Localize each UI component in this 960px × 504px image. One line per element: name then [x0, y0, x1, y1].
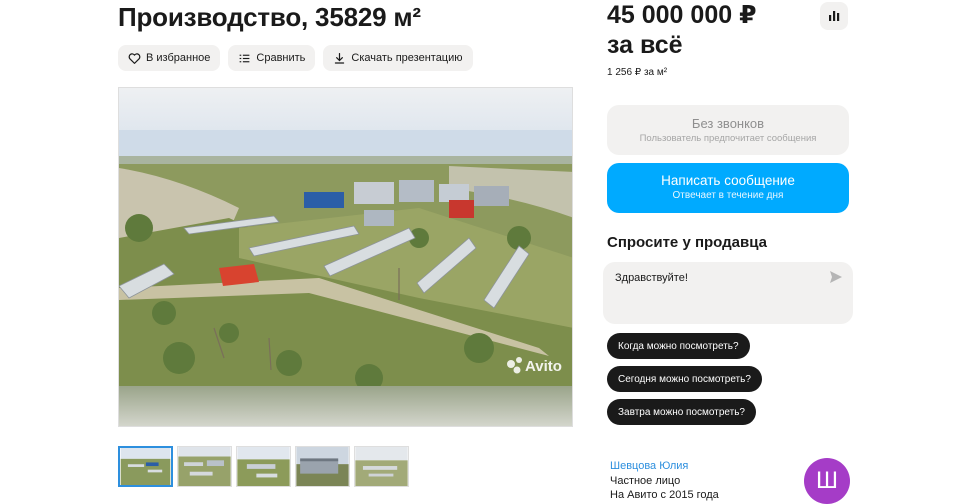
- thumbnail-2[interactable]: [177, 446, 232, 487]
- heart-icon: [128, 52, 141, 64]
- thumbnail-3[interactable]: [236, 446, 291, 487]
- quick-question-2[interactable]: Сегодня можно посмотреть?: [607, 366, 762, 392]
- quick-question-3[interactable]: Завтра можно посмотреть?: [607, 399, 756, 425]
- favorite-label: В избранное: [146, 52, 211, 64]
- thumbnail-5[interactable]: [354, 446, 409, 487]
- price-per-unit: 1 256 ₽ за м²: [607, 67, 668, 78]
- message-input[interactable]: Здравствуйте!: [603, 262, 853, 324]
- no-calls-subtitle: Пользователь предпочитает сообщения: [639, 133, 817, 144]
- no-calls-title: Без звонков: [691, 116, 765, 131]
- thumbnail-5-image: [355, 447, 408, 486]
- write-message-subtitle: Отвечает в течение дня: [672, 190, 784, 201]
- thumbnail-1-image: [120, 448, 171, 485]
- compare-button[interactable]: Сравнить: [228, 45, 316, 71]
- thumbnail-strip: [118, 446, 409, 487]
- price-suffix: за всё: [607, 31, 683, 59]
- download-icon: [335, 52, 345, 64]
- download-presentation-button[interactable]: Скачать презентацию: [323, 45, 473, 71]
- message-text: Здравствуйте!: [615, 272, 688, 284]
- write-message-button[interactable]: Написать сообщение Отвечает в течение дн…: [607, 163, 849, 213]
- ask-seller-title: Спросите у продавца: [607, 234, 767, 251]
- listing-title: Производство, 35829 м²: [118, 2, 421, 32]
- seller-since: На Авито с 2015 года: [610, 489, 719, 501]
- no-calls-button[interactable]: Без звонков Пользователь предпочитает со…: [607, 105, 849, 155]
- quick-question-1[interactable]: Когда можно посмотреть?: [607, 333, 750, 359]
- thumbnail-4-image: [296, 447, 349, 486]
- thumbnail-4[interactable]: [295, 446, 350, 487]
- price: 45 000 000 ₽ за всё: [607, 0, 756, 60]
- favorite-button[interactable]: В избранное: [118, 45, 221, 71]
- thumbnail-3-image: [237, 447, 290, 486]
- statistics-button[interactable]: [820, 2, 848, 30]
- compare-label: Сравнить: [256, 52, 306, 64]
- seller-name-link[interactable]: Шевцова Юлия: [610, 460, 688, 472]
- bar-chart-icon: [829, 11, 840, 21]
- seller-avatar[interactable]: Ш: [804, 458, 850, 504]
- main-photo[interactable]: Avito: [118, 87, 573, 427]
- listing-actions: В избранное Сравнить Скачать презентацию: [118, 45, 473, 71]
- seller-type: Частное лицо: [610, 475, 681, 487]
- thumbnail-1[interactable]: [118, 446, 173, 487]
- write-message-title: Написать сообщение: [661, 173, 795, 188]
- compare-icon: [240, 54, 250, 62]
- thumbnail-2-image: [178, 447, 231, 486]
- aerial-photo-image: Avito: [119, 88, 572, 426]
- price-amount: 45 000 000 ₽: [607, 1, 757, 29]
- watermark-text: Avito: [525, 358, 562, 375]
- download-label: Скачать презентацию: [351, 52, 463, 64]
- send-icon[interactable]: [829, 270, 843, 287]
